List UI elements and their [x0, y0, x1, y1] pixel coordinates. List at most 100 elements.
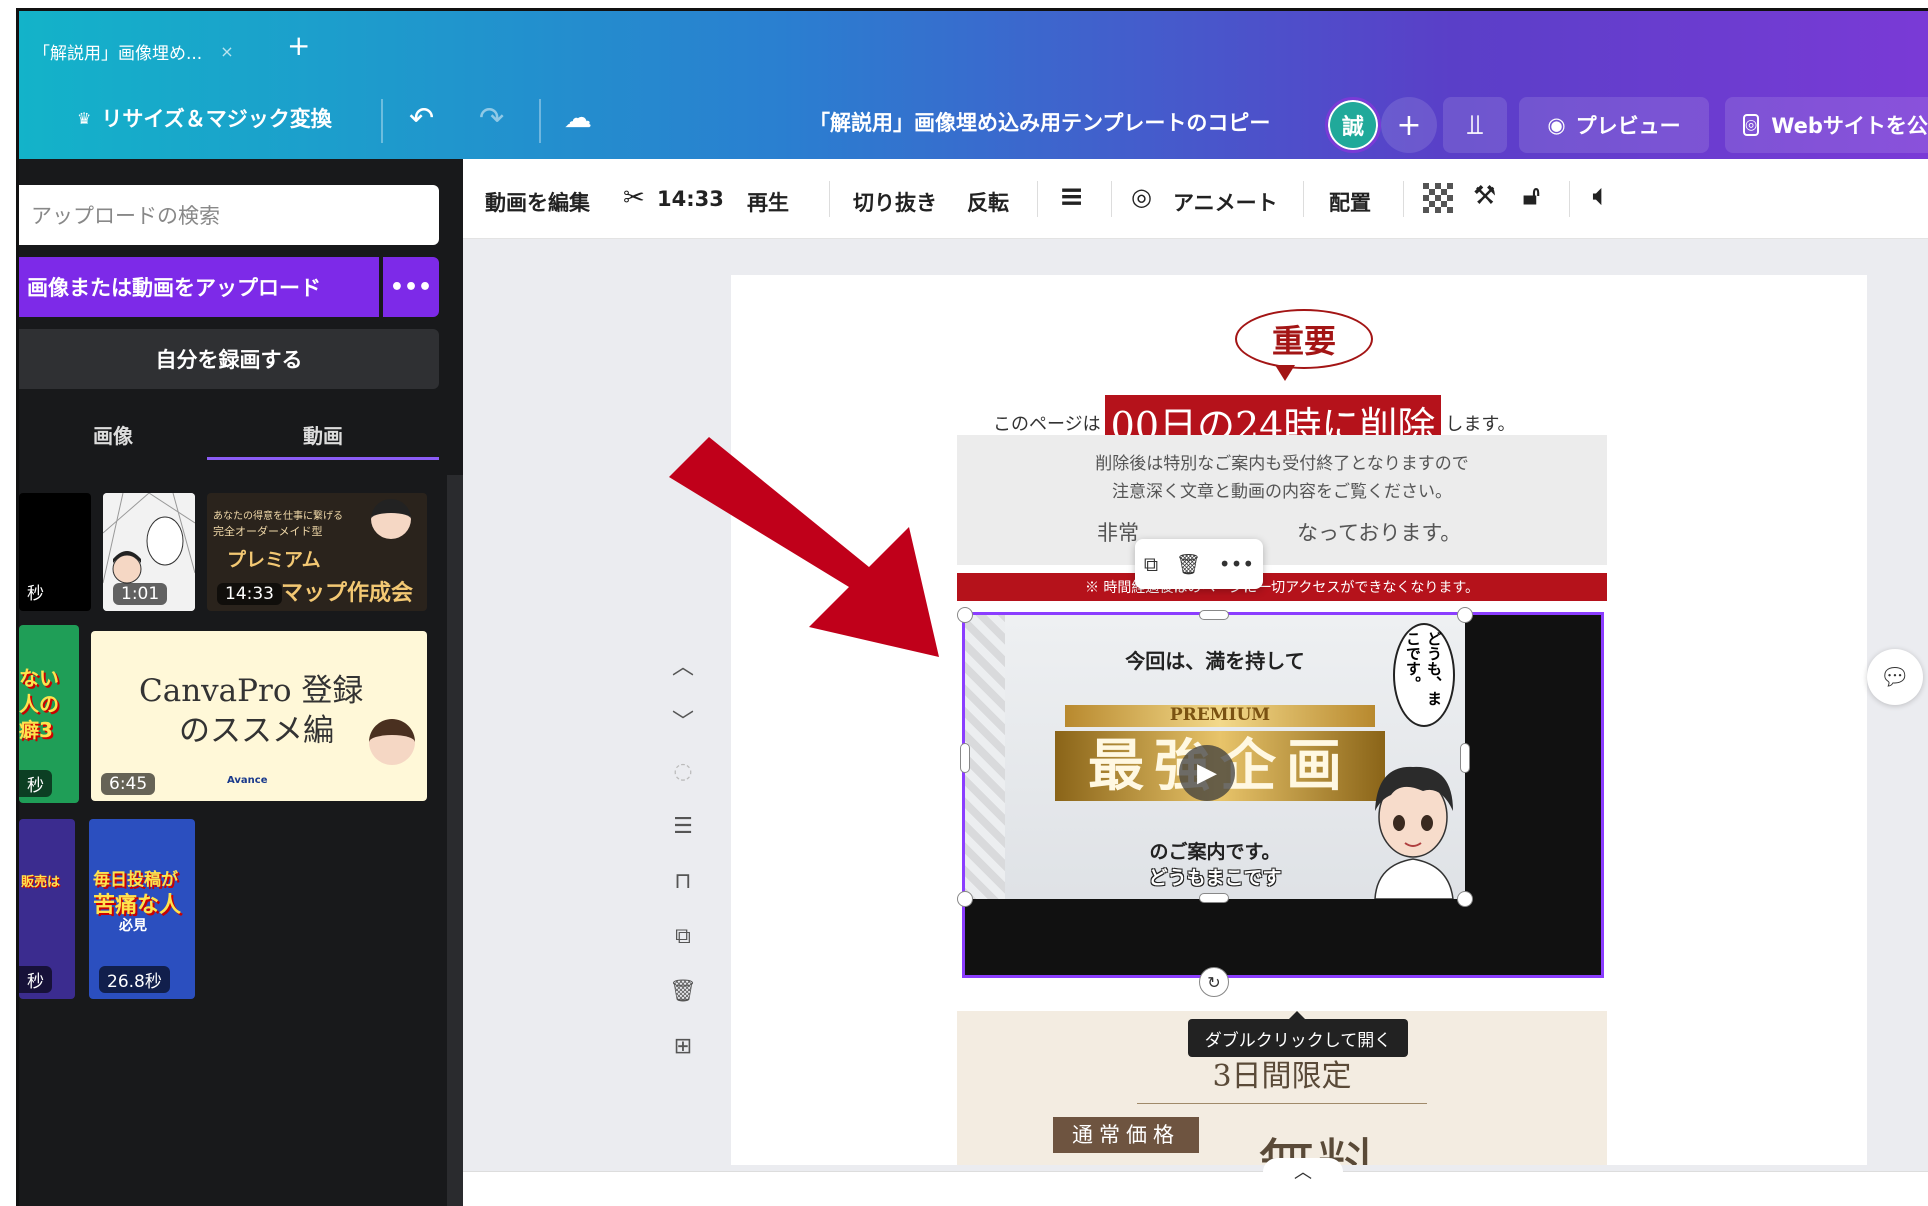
- character-illustration: [371, 499, 411, 539]
- thumbnail-text: 必見: [119, 918, 147, 934]
- notice-suffix: します。: [1445, 413, 1516, 435]
- notice-box[interactable]: 削除後は特別なご案内も受付終了となりますので 注意深く文章と動画の内容をご覧くだ…: [957, 435, 1607, 565]
- more-icon[interactable]: •••: [1219, 552, 1254, 576]
- bubble-tail: [1275, 365, 1295, 381]
- hide-icon[interactable]: ◌: [663, 759, 703, 814]
- chevron-down-icon[interactable]: ﹀: [663, 704, 703, 759]
- duration-badge: 秒: [19, 578, 52, 605]
- tooltip: ダブルクリックして開く: [1188, 1019, 1408, 1057]
- divider: [1037, 181, 1038, 217]
- redo-icon[interactable]: ↷: [479, 101, 504, 136]
- upload-button[interactable]: 画像または動画をアップロード: [19, 257, 379, 317]
- volume-icon[interactable]: 🔈︎: [1593, 181, 1609, 212]
- resize-handle[interactable]: [1457, 891, 1473, 907]
- animate-button[interactable]: アニメート: [1173, 187, 1278, 217]
- video-thumbnail[interactable]: 1:01: [103, 493, 195, 611]
- divider: [1569, 181, 1570, 217]
- close-icon[interactable]: ×: [220, 42, 233, 61]
- lock-icon[interactable]: 🔓︎: [1523, 181, 1540, 212]
- thumbnail-text: 完全オーダーメイド型: [213, 525, 323, 538]
- flip-button[interactable]: 反転: [967, 187, 1009, 217]
- thumbnail-text: プレミアム: [227, 549, 321, 571]
- active-tab-indicator: [207, 457, 439, 460]
- crop-button[interactable]: 切り抜き: [853, 187, 937, 217]
- brand-logo: Avance: [227, 775, 268, 786]
- paint-roller-icon[interactable]: ⚒: [1473, 181, 1496, 211]
- add-member-button[interactable]: +: [1381, 97, 1437, 153]
- warning-banner[interactable]: ※ 時間経過後はのページに一切アクセスができなくなります。: [957, 573, 1607, 601]
- duration-badge: 26.8秒: [99, 966, 170, 993]
- upload-more-button[interactable]: •••: [383, 257, 439, 317]
- video-thumbnail[interactable]: CanvaPro 登録 のススメ編 Avance 6:45: [91, 631, 427, 801]
- duration-badge: 6:45: [101, 773, 156, 795]
- tab-title: 「解説用」画像埋め...: [33, 43, 203, 64]
- avatar[interactable]: 誠: [1325, 97, 1381, 153]
- divider: [1303, 181, 1304, 217]
- cloud-saved-icon[interactable]: ☁: [564, 101, 592, 134]
- chevron-up-icon[interactable]: ︿: [1263, 1158, 1343, 1186]
- preview-label: プレビュー: [1575, 114, 1681, 138]
- notice-line: 注意深く文章と動画の内容をご覧ください。: [1112, 482, 1452, 502]
- notes-icon[interactable]: ☰: [663, 814, 703, 869]
- important-bubble[interactable]: 重要: [1235, 309, 1373, 369]
- divider: [381, 99, 383, 143]
- trash-icon[interactable]: 🗑︎: [1176, 552, 1201, 576]
- resize-handle[interactable]: [1199, 893, 1229, 903]
- insights-icon[interactable]: ⫫: [1443, 97, 1507, 153]
- video-thumbnail[interactable]: 毎日投稿が 苦痛な人 必見 26.8秒: [89, 819, 195, 999]
- transparency-icon[interactable]: [1423, 183, 1453, 218]
- duplicate-icon[interactable]: ⧉: [1144, 552, 1158, 576]
- canvas-workspace: ︿ ﹀ ◌ ☰ ⊓ ⧉ 🗑︎ ⊞ 重要 このページは 00日の24時に削除 しま…: [463, 239, 1928, 1206]
- character-illustration: [369, 719, 415, 765]
- video-thumbnail[interactable]: 秒: [19, 493, 91, 611]
- publish-website-button[interactable]: ◎ Webサイトを公開: [1725, 97, 1928, 153]
- resize-handle[interactable]: [957, 891, 973, 907]
- play-button[interactable]: 再生: [747, 187, 789, 217]
- position-button[interactable]: 配置: [1329, 187, 1371, 217]
- new-tab-button[interactable]: +: [287, 29, 310, 62]
- browser-tab[interactable]: 「解説用」画像埋め... ×: [19, 25, 259, 77]
- sidebar-scrollbar[interactable]: [447, 475, 463, 1206]
- thumbnail-text: 販売は: [21, 875, 61, 890]
- globe-icon: ◎: [1743, 114, 1760, 136]
- duration-badge: 1:01: [113, 583, 168, 605]
- menu-icon[interactable]: ≡: [1059, 179, 1084, 214]
- video-thumbnail[interactable]: ない人の癖3 秒: [19, 625, 79, 803]
- eye-icon: ◉: [1547, 113, 1566, 137]
- notice-line: なっております。: [1297, 521, 1462, 545]
- trim-time[interactable]: 14:33: [657, 187, 724, 211]
- resize-handle[interactable]: [1460, 743, 1470, 773]
- record-yourself-button[interactable]: 自分を録画する: [19, 329, 439, 389]
- trash-icon[interactable]: 🗑︎: [663, 979, 703, 1034]
- scissors-icon[interactable]: ✂: [623, 183, 645, 213]
- lock-page-icon[interactable]: ⊓: [663, 869, 703, 924]
- video-thumbnail[interactable]: あなたの得意を仕事に繋げる 完全オーダーメイド型 プレミアム マップ作成会 14…: [207, 493, 427, 611]
- canva-editor-window: 「解説用」画像埋め... × + ♛ リサイズ＆マジック変換 ↶ ↷ ☁ 「解説…: [16, 8, 1928, 1206]
- element-quick-menu: ⧉ 🗑︎ •••: [1135, 539, 1263, 589]
- preview-button[interactable]: ◉ プレビュー: [1519, 97, 1709, 153]
- thumbnail-text: CanvaPro 登録: [139, 673, 364, 709]
- resize-handle[interactable]: [1457, 607, 1473, 623]
- undo-icon[interactable]: ↶: [409, 101, 434, 136]
- resize-handle[interactable]: [960, 743, 970, 773]
- add-page-icon[interactable]: ⊞: [663, 1034, 703, 1089]
- resize-magic-button[interactable]: ♛ リサイズ＆マジック変換: [77, 103, 332, 133]
- resize-handle[interactable]: [1199, 610, 1229, 620]
- tooltip-arrow: [1289, 1011, 1305, 1019]
- duration-badge: 秒: [19, 966, 52, 993]
- video-thumbnail[interactable]: 販売は 秒: [19, 819, 75, 999]
- tab-videos[interactable]: 動画: [207, 409, 439, 459]
- publish-label: Webサイトを公開: [1771, 114, 1928, 138]
- video-element[interactable]: 今回は、満を持して PREMIUM 最強企画 ▶ のご案内です。 どうもまこです…: [957, 607, 1604, 997]
- crown-icon: ♛: [77, 108, 92, 128]
- document-title[interactable]: 「解説用」画像埋め込み用テンプレートのコピー: [809, 107, 1270, 137]
- tab-images[interactable]: 画像: [19, 409, 207, 459]
- search-input[interactable]: アップロードの検索: [19, 185, 439, 245]
- add-comment-icon[interactable]: 💬︎: [1867, 649, 1923, 705]
- divider: [1111, 181, 1112, 217]
- rotate-icon[interactable]: ↻: [1199, 967, 1229, 997]
- duplicate-page-icon[interactable]: ⧉: [663, 924, 703, 979]
- duration-badge: 14:33: [217, 583, 282, 605]
- edit-video-button[interactable]: 動画を編集: [485, 187, 590, 217]
- thumbnail-text: マップ作成会: [281, 580, 414, 606]
